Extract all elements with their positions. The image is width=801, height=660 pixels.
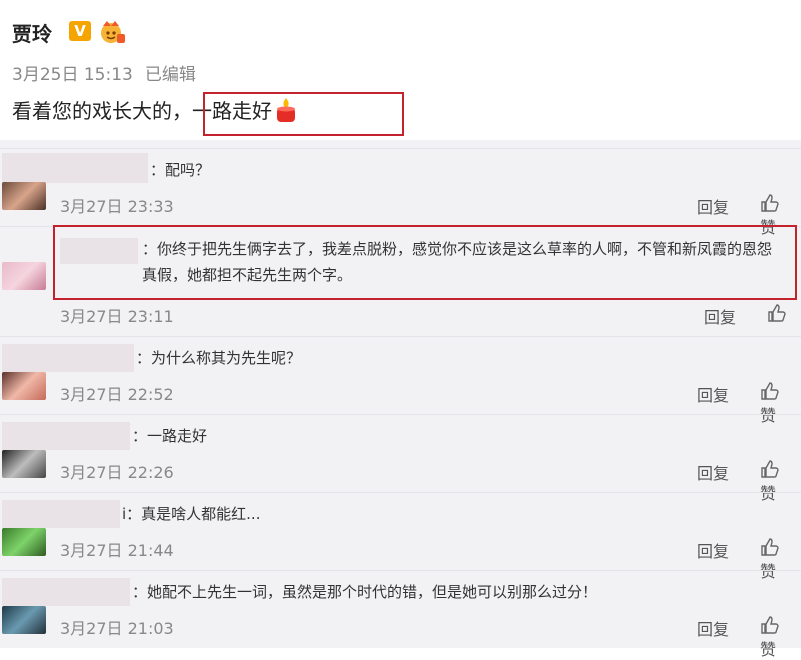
comment-time: 3月27日 23:33 bbox=[60, 197, 174, 216]
post-text-main: 看着您的戏长大的 bbox=[12, 99, 172, 123]
member-crown-icon bbox=[101, 21, 125, 43]
thumbs-up-icon bbox=[761, 382, 779, 400]
like-label: 赞 bbox=[760, 406, 777, 425]
comment-text: ：配吗？ bbox=[150, 161, 211, 179]
divider bbox=[0, 148, 801, 149]
comment-time: 3月27日 22:52 bbox=[60, 385, 174, 404]
reply-button[interactable]: 回复 bbox=[697, 460, 729, 484]
comment-time: 3月27日 21:03 bbox=[60, 619, 174, 638]
commenter-name-blurred[interactable] bbox=[2, 344, 134, 372]
comment-highlight-box bbox=[53, 225, 797, 300]
like-button[interactable]: 赞 bbox=[760, 537, 801, 582]
thumbs-up-icon bbox=[761, 460, 779, 478]
like-label: 赞 bbox=[760, 640, 777, 659]
weibo-post: 贾玲 V 3月25日 15:13 已编辑 看着您的戏长大的，一路走好 bbox=[0, 0, 801, 140]
comment-time: 3月27日 23:11 bbox=[60, 307, 174, 326]
comment-text: i：真是啥人都能红... bbox=[122, 505, 261, 523]
commenter-avatar[interactable] bbox=[2, 372, 46, 400]
comment-list: ：配吗？ 3月27日 23:33 回复 赞 ：你终于把先生俩字去了，我差点脱粉，… bbox=[0, 140, 801, 659]
commenter-avatar[interactable] bbox=[2, 606, 46, 634]
like-button[interactable]: 赞 bbox=[760, 381, 801, 426]
commenter-name-blurred[interactable] bbox=[2, 153, 148, 183]
comment-text: ：她配不上先生一词，虽然是那个时代的错，但是她可以别那么过分！ bbox=[132, 583, 598, 601]
commenter-avatar[interactable] bbox=[2, 182, 46, 210]
comment-time: 3月27日 21:44 bbox=[60, 541, 174, 560]
thumbs-up-icon bbox=[761, 616, 779, 634]
divider bbox=[0, 336, 801, 337]
commenter-name-blurred[interactable] bbox=[2, 578, 130, 606]
thumbs-up-icon bbox=[761, 538, 779, 556]
commenter-name-blurred[interactable] bbox=[2, 500, 120, 528]
comment-text: ：为什么称其为先生呢？ bbox=[136, 349, 302, 367]
thumbs-up-icon bbox=[761, 194, 779, 212]
reply-button[interactable]: 回复 bbox=[697, 382, 729, 406]
divider bbox=[0, 570, 801, 571]
thumbs-up-icon bbox=[768, 304, 786, 322]
divider bbox=[0, 414, 801, 415]
like-button[interactable]: 赞 bbox=[760, 459, 801, 504]
like-label: 赞 bbox=[760, 484, 777, 503]
like-label: 赞 bbox=[760, 562, 777, 581]
reply-button[interactable]: 回复 bbox=[704, 304, 736, 328]
like-button[interactable] bbox=[767, 303, 787, 324]
commenter-avatar[interactable] bbox=[2, 528, 46, 556]
reply-button[interactable]: 回复 bbox=[697, 538, 729, 562]
comment-time: 3月27日 22:26 bbox=[60, 463, 174, 482]
verified-v-badge: V bbox=[69, 21, 91, 41]
reply-button[interactable]: 回复 bbox=[697, 194, 729, 218]
divider bbox=[0, 492, 801, 493]
commenter-name-blurred[interactable] bbox=[2, 422, 130, 450]
commenter-avatar[interactable] bbox=[2, 450, 46, 478]
post-date[interactable]: 3月25日 15:13 bbox=[12, 65, 133, 85]
post-highlight-box bbox=[203, 92, 404, 136]
post-meta: 3月25日 15:13 已编辑 bbox=[12, 60, 196, 85]
like-button[interactable]: 赞 bbox=[760, 615, 801, 660]
reply-button[interactable]: 回复 bbox=[697, 616, 729, 640]
commenter-avatar[interactable] bbox=[2, 262, 46, 290]
post-author[interactable]: 贾玲 bbox=[12, 18, 52, 47]
comment-text: ：一路走好 bbox=[132, 427, 208, 445]
edited-label[interactable]: 已编辑 bbox=[145, 65, 196, 85]
